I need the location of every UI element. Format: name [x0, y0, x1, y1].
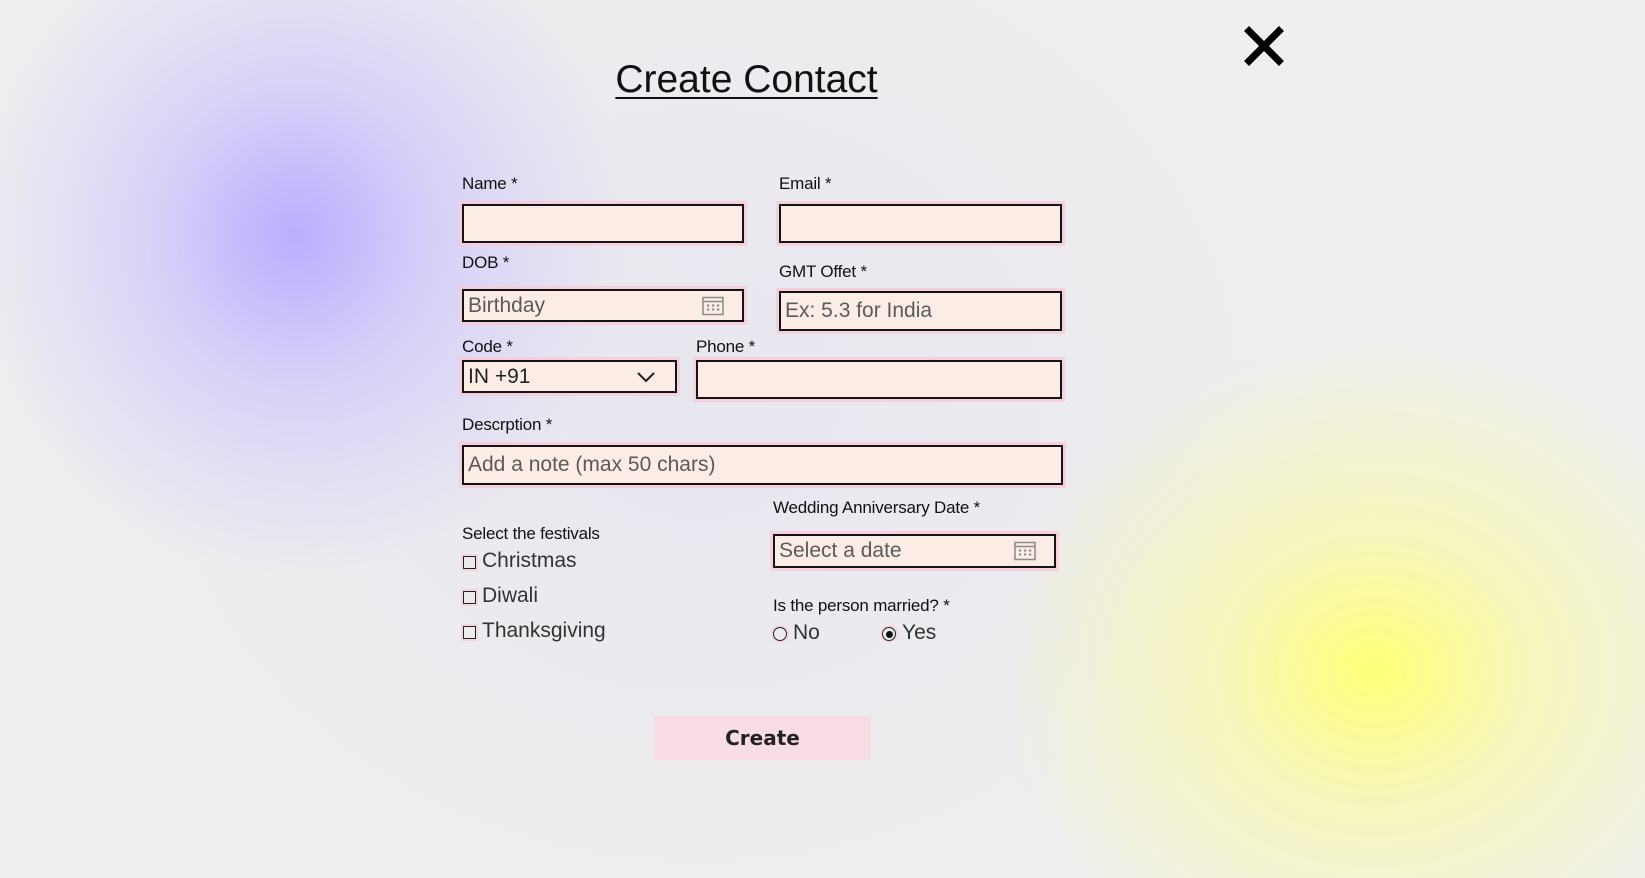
- married-yes-radio[interactable]: [882, 627, 896, 641]
- name-label: Name *: [462, 174, 518, 193]
- create-button[interactable]: Create: [654, 716, 871, 760]
- calendar-icon[interactable]: [702, 296, 724, 316]
- calendar-icon[interactable]: [1014, 541, 1036, 561]
- married-no-radio[interactable]: [773, 627, 787, 641]
- radio-selected-dot: [885, 630, 893, 638]
- code-select[interactable]: IN +91: [462, 360, 677, 393]
- christmas-checkbox[interactable]: [463, 556, 476, 569]
- diwali-option-label: Diwali: [482, 584, 539, 607]
- email-input[interactable]: [779, 204, 1062, 243]
- chevron-down-icon: [637, 371, 655, 382]
- dob-placeholder: Birthday: [468, 293, 546, 317]
- anniversary-date-input[interactable]: Select a date: [773, 534, 1056, 568]
- description-input[interactable]: Add a note (max 50 chars): [462, 445, 1063, 485]
- anniversary-placeholder: Select a date: [779, 539, 902, 562]
- thanksgiving-option-label: Thanksgiving: [482, 619, 606, 642]
- gmt-offset-label: GMT Offet *: [779, 262, 867, 281]
- festivals-label: Select the festivals: [462, 524, 600, 543]
- close-button[interactable]: [1242, 24, 1286, 68]
- page-title: Create Contact: [615, 58, 878, 101]
- description-label: Descrption *: [462, 415, 553, 434]
- diwali-checkbox[interactable]: [463, 591, 476, 604]
- gmt-offset-input[interactable]: Ex: 5.3 for India: [779, 291, 1062, 331]
- phone-input[interactable]: [696, 360, 1062, 399]
- gmt-offset-placeholder: Ex: 5.3 for India: [785, 299, 933, 322]
- dob-input[interactable]: Birthday: [462, 289, 744, 322]
- code-label: Code *: [462, 337, 513, 356]
- anniversary-label: Wedding Anniversary Date *: [773, 498, 981, 517]
- phone-label: Phone *: [696, 337, 756, 356]
- name-input[interactable]: [462, 204, 744, 243]
- close-icon: [1244, 26, 1284, 66]
- description-placeholder: Add a note (max 50 chars): [468, 453, 716, 476]
- thanksgiving-checkbox[interactable]: [463, 626, 476, 639]
- married-no-label: No: [793, 621, 820, 644]
- dob-label: DOB *: [462, 253, 510, 272]
- married-yes-label: Yes: [902, 621, 937, 644]
- christmas-option-label: Christmas: [482, 549, 577, 572]
- code-selected-value: IN +91: [468, 364, 531, 388]
- married-label: Is the person married? *: [773, 596, 950, 615]
- email-label: Email *: [779, 174, 832, 193]
